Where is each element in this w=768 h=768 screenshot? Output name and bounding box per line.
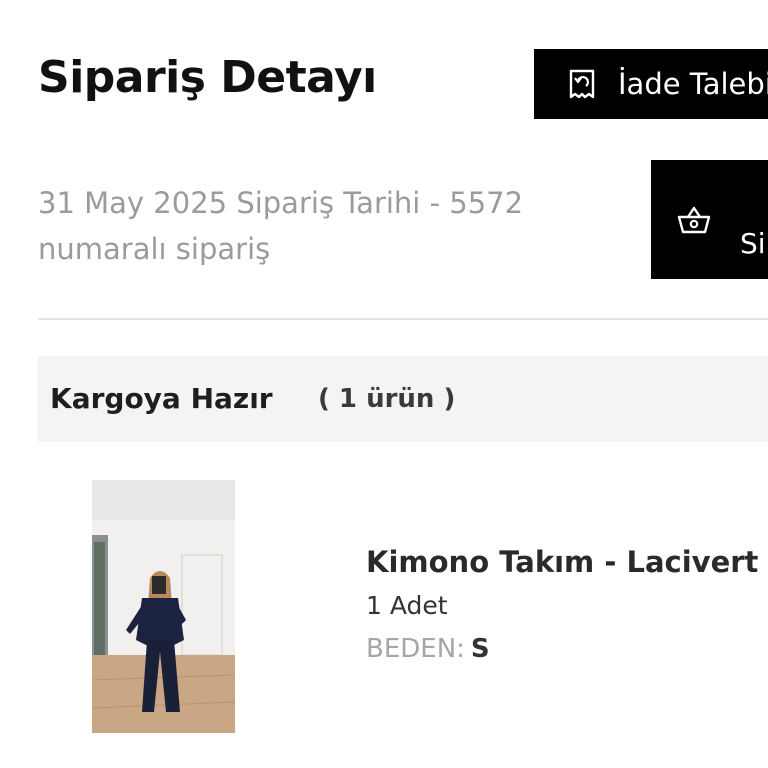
return-request-label: İade Talebi [618, 67, 768, 101]
size-label: BEDEN: [366, 634, 465, 664]
item-count: ( 1 ürün ) [318, 384, 456, 414]
divider [38, 318, 768, 320]
product-image[interactable] [92, 480, 235, 733]
shipment-status-bar: Kargoya Hazır ( 1 ürün ) [38, 356, 768, 442]
reorder-label: Si [740, 227, 766, 260]
page-title: Sipariş Detayı [38, 52, 377, 103]
shipment-status: Kargoya Hazır [50, 382, 273, 415]
return-request-button[interactable]: İade Talebi [534, 49, 768, 119]
product-size: BEDEN: S [366, 634, 490, 664]
shopping-basket-icon [677, 204, 711, 236]
size-value: S [470, 634, 490, 664]
product-quantity: 1 Adet [366, 591, 448, 620]
return-receipt-icon [566, 68, 598, 100]
order-meta: 31 May 2025 Sipariş Tarihi - 5572 numara… [38, 180, 598, 272]
product-name[interactable]: Kimono Takım - Lacivert [366, 545, 758, 579]
reorder-button[interactable]: Si [651, 160, 768, 279]
order-number-line: numaralı sipariş [38, 232, 271, 266]
order-date-line: 31 May 2025 Sipariş Tarihi - 5572 [38, 186, 524, 220]
